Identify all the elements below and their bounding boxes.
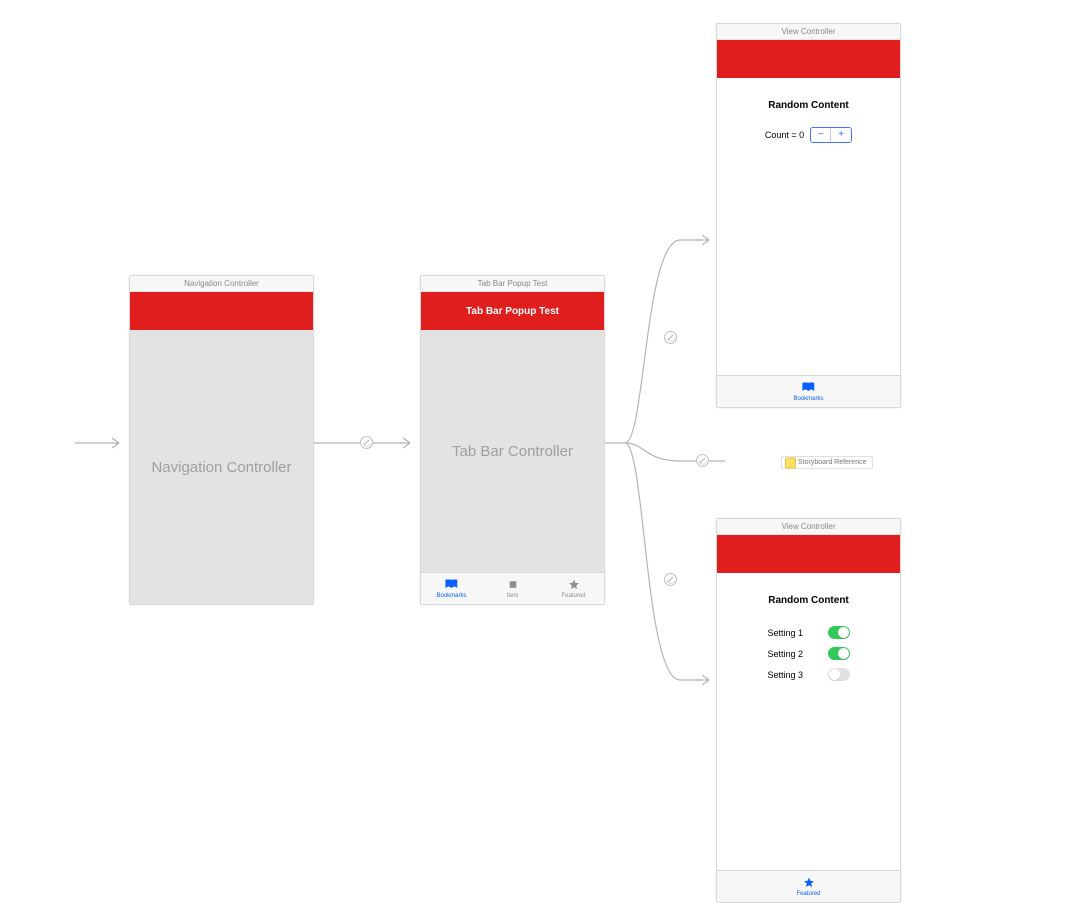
navbar-title: Tab Bar Popup Test [466, 306, 559, 317]
tab-label: Featured [796, 891, 820, 897]
tab-bar: Bookmarks Item Featured [421, 572, 604, 604]
tab-bar: Featured [717, 870, 900, 902]
stepper-minus-button[interactable]: − [811, 128, 831, 142]
segue-badge-icon[interactable] [664, 573, 677, 586]
navbar [130, 292, 313, 330]
setting-label: Setting 1 [768, 628, 804, 638]
stepper-plus-button[interactable]: + [831, 128, 851, 142]
setting-3-switch[interactable] [828, 668, 850, 681]
tab-bookmarks[interactable]: Bookmarks [421, 573, 482, 604]
tab-bookmarks[interactable]: Bookmarks [717, 376, 900, 407]
segue-badge-icon[interactable] [696, 454, 709, 467]
navbar [717, 40, 900, 78]
tab-label: Bookmarks [436, 593, 466, 599]
view-controller-random-content-count-scene[interactable]: View Controller Random Content Count = 0… [716, 23, 901, 408]
bookmarks-icon [802, 382, 816, 395]
bookmarks-icon [445, 579, 459, 592]
tab-featured[interactable]: Featured [717, 871, 900, 902]
star-icon [567, 579, 581, 592]
scene-body-label: Tab Bar Controller [421, 330, 604, 572]
segue-badge-icon[interactable] [360, 436, 373, 449]
tab-label: Featured [561, 593, 585, 599]
setting-label: Setting 3 [768, 670, 804, 680]
star-icon [802, 877, 816, 890]
segue-branch-arrows-icon [605, 200, 725, 690]
tab-item[interactable]: Item [482, 573, 543, 604]
view-controller-random-content-settings-scene[interactable]: View Controller Random Content Setting 1… [716, 518, 901, 903]
scene-title: View Controller [717, 24, 900, 40]
setting-1-switch[interactable] [828, 626, 850, 639]
content-title: Random Content [768, 595, 849, 606]
tab-bar: Bookmarks [717, 375, 900, 407]
navbar [717, 535, 900, 573]
setting-label: Setting 2 [768, 649, 804, 659]
count-stepper[interactable]: − + [810, 127, 852, 143]
scene-title: Tab Bar Popup Test [421, 276, 604, 292]
navbar: Tab Bar Popup Test [421, 292, 604, 330]
initial-arrow-icon [75, 433, 129, 453]
scene-title: View Controller [717, 519, 900, 535]
content-title: Random Content [768, 100, 849, 111]
setting-2-switch[interactable] [828, 647, 850, 660]
square-icon [506, 579, 520, 592]
count-label: Count = 0 [765, 130, 804, 140]
scene-title: Navigation Controller [130, 276, 313, 292]
scene-body: Random Content Count = 0 − + [717, 78, 900, 375]
tab-featured[interactable]: Featured [543, 573, 604, 604]
tab-label: Item [507, 593, 519, 599]
tab-label: Bookmarks [793, 396, 823, 402]
navigation-controller-scene[interactable]: Navigation Controller Navigation Control… [129, 275, 314, 605]
segue-badge-icon[interactable] [664, 331, 677, 344]
storyboard-reference[interactable]: Storyboard Reference [781, 456, 873, 469]
tab-bar-controller-scene[interactable]: Tab Bar Popup Test Tab Bar Popup Test Ta… [420, 275, 605, 605]
scene-body-label: Navigation Controller [130, 330, 313, 604]
storyboard-reference-label: Storyboard Reference [798, 459, 866, 466]
scene-body: Random Content Setting 1 Setting 2 Setti… [717, 573, 900, 870]
